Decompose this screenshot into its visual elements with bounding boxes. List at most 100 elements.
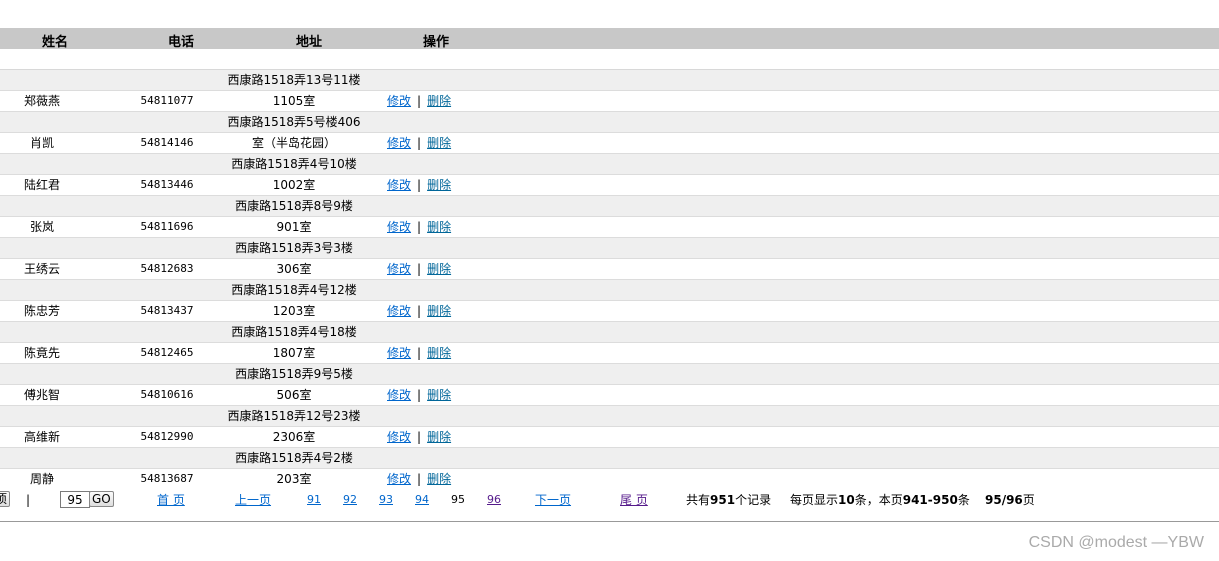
table-row: 西康路1518弄13号11楼 郑薇燕 54811077 1105室 修改 | 删除 (0, 70, 1219, 112)
go-button[interactable]: GO (89, 491, 114, 507)
pager-separator: | (26, 493, 31, 507)
address-line2: 室（半岛花园） (251, 136, 336, 150)
address-line1: 西康路1518弄4号2楼 (235, 451, 353, 465)
page-number-input[interactable] (60, 491, 90, 508)
action-separator: | (417, 346, 422, 360)
prev-page-link[interactable]: 上一页 (235, 490, 271, 510)
header-phone: 电话 (168, 35, 195, 50)
name-cell: 傅兆智 (23, 388, 60, 402)
delete-link[interactable]: 删除 (427, 472, 451, 486)
table-row: 西康路1518弄4号2楼 周静 54813687 203室 修改 | 删除 (0, 448, 1219, 490)
phone-cell: 54813687 (140, 472, 194, 485)
footer-divider (0, 521, 1219, 522)
row-actions: 修改 | 删除 (387, 301, 451, 321)
table-header: 姓名 电话 地址 操作 (0, 28, 1219, 50)
next-page-link[interactable]: 下一页 (535, 490, 571, 510)
delete-link[interactable]: 删除 (427, 388, 451, 402)
edit-link[interactable]: 修改 (387, 262, 411, 276)
address-line1: 西康路1518弄5号楼406 (227, 115, 361, 129)
delete-link[interactable]: 删除 (427, 346, 451, 360)
delete-link[interactable]: 删除 (427, 94, 451, 108)
phone-cell: 54810616 (140, 388, 194, 401)
row-actions: 修改 | 删除 (387, 259, 451, 279)
address-line1: 西康路1518弄8号9楼 (235, 199, 353, 213)
name-cell: 郑薇燕 (23, 94, 60, 108)
address-line2: 1105室 (272, 94, 316, 108)
table-row: 西康路1518弄12号23楼 高维新 54812990 2306室 修改 | 删除 (0, 406, 1219, 448)
edit-link[interactable]: 修改 (387, 136, 411, 150)
delete-link[interactable]: 删除 (427, 136, 451, 150)
edit-link[interactable]: 修改 (387, 220, 411, 234)
edit-link[interactable]: 修改 (387, 304, 411, 318)
address-line1: 西康路1518弄4号12楼 (231, 283, 357, 297)
page-link-91[interactable]: 91 (307, 490, 321, 510)
name-cell: 张岚 (29, 220, 54, 234)
delete-link[interactable]: 删除 (427, 178, 451, 192)
action-separator: | (417, 94, 422, 108)
address-line2: 506室 (276, 388, 312, 402)
row-actions: 修改 | 删除 (387, 175, 451, 195)
address-line1: 西康路1518弄4号10楼 (231, 157, 357, 171)
table-row: 西康路1518弄8号9楼 张岚 54811696 901室 修改 | 删除 (0, 196, 1219, 238)
page-link-93[interactable]: 93 (379, 490, 393, 510)
table-row: 西康路1518弄9号5楼 傅兆智 54810616 506室 修改 | 删除 (0, 364, 1219, 406)
address-line1: 西康路1518弄13号11楼 (227, 73, 361, 87)
total-records: 共有951个记录 (686, 493, 772, 507)
empty-row (0, 49, 1219, 70)
row-actions: 修改 | 删除 (387, 427, 451, 447)
edit-link[interactable]: 修改 (387, 472, 411, 486)
per-page-info: 每页显示10条，本页941-950条 (790, 493, 970, 507)
phone-cell: 54812683 (140, 262, 194, 275)
delete-link[interactable]: 删除 (427, 430, 451, 444)
row-actions: 修改 | 删除 (387, 469, 451, 489)
row-actions: 修改 | 删除 (387, 385, 451, 405)
table-row: 西康路1518弄4号10楼 陆红君 54813446 1002室 修改 | 删除 (0, 154, 1219, 196)
address-line2: 306室 (276, 262, 312, 276)
name-cell: 陈忠芳 (23, 304, 60, 318)
current-page: 95 (451, 493, 465, 506)
name-cell: 肖凯 (29, 136, 54, 150)
edit-link[interactable]: 修改 (387, 346, 411, 360)
edit-link[interactable]: 修改 (387, 430, 411, 444)
name-cell: 王绣云 (23, 262, 60, 276)
address-line1: 西康路1518弄9号5楼 (235, 367, 353, 381)
delete-link[interactable]: 删除 (427, 262, 451, 276)
delete-link[interactable]: 删除 (427, 304, 451, 318)
page-link-96[interactable]: 96 (487, 490, 501, 510)
row-actions: 修改 | 删除 (387, 343, 451, 363)
page-link-94[interactable]: 94 (415, 490, 429, 510)
delete-link[interactable]: 删除 (427, 220, 451, 234)
page-of-info: 95/96页 (985, 493, 1035, 507)
phone-cell: 54812465 (140, 346, 194, 359)
first-page-link[interactable]: 首 页 (157, 490, 185, 510)
phone-cell: 54812990 (140, 430, 194, 443)
watermark: CSDN @modest —YBW (1028, 534, 1204, 551)
action-separator: | (417, 388, 422, 402)
record-list: 西康路1518弄13号11楼 郑薇燕 54811077 1105室 修改 | 删除 … (0, 70, 1219, 490)
edit-link[interactable]: 修改 (387, 94, 411, 108)
action-separator: | (417, 136, 422, 150)
select-items-button[interactable]: 项 (0, 491, 11, 507)
edit-link[interactable]: 修改 (387, 388, 411, 402)
header-operation: 操作 (423, 35, 450, 50)
phone-cell: 54813446 (140, 178, 194, 191)
edit-link[interactable]: 修改 (387, 178, 411, 192)
last-page-link[interactable]: 尾 页 (620, 490, 648, 510)
table-row: 西康路1518弄3号3楼 王绣云 54812683 306室 修改 | 删除 (0, 238, 1219, 280)
address-line1: 西康路1518弄3号3楼 (235, 241, 353, 255)
name-cell: 高维新 (23, 430, 60, 444)
phone-cell: 54813437 (140, 304, 194, 317)
header-name: 姓名 (42, 35, 69, 50)
action-separator: | (417, 304, 422, 318)
pagination-bar: 项 | GO 首 页 上一页 91 92 93 94 95 96 下一页 尾 页… (0, 490, 1219, 510)
action-separator: | (417, 472, 422, 486)
phone-cell: 54811077 (140, 94, 194, 107)
action-separator: | (417, 178, 422, 192)
table-row: 西康路1518弄5号楼406 肖凯 54814146 室（半岛花园） 修改 | 删除 (0, 112, 1219, 154)
name-cell: 陆红君 (23, 178, 60, 192)
phone-cell: 54811696 (140, 220, 194, 233)
address-line2: 2306室 (272, 430, 316, 444)
table-row: 西康路1518弄4号12楼 陈忠芳 54813437 1203室 修改 | 删除 (0, 280, 1219, 322)
address-line2: 901室 (276, 220, 312, 234)
page-link-92[interactable]: 92 (343, 490, 357, 510)
